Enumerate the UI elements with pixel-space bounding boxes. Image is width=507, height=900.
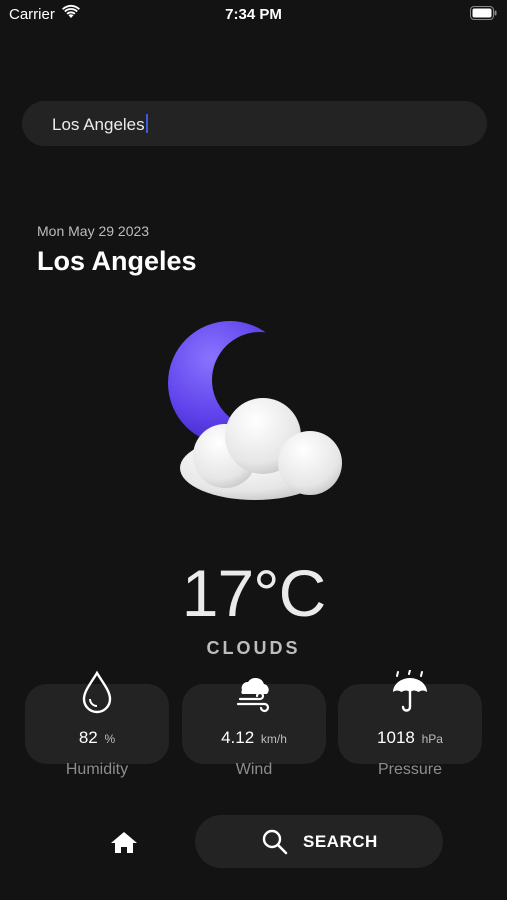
humidity-card: 82 % Humidity (25, 670, 169, 778)
city-search-input[interactable]: Los Angeles (22, 101, 487, 146)
pressure-label: Pressure (377, 761, 443, 778)
wind-card: 4.12 km/h Wind (182, 677, 326, 778)
clock-time: 7:34 PM (225, 6, 282, 23)
date-label: Mon May 29 2023 (37, 223, 150, 239)
moon-cloud-icon (168, 321, 342, 500)
search-input-value[interactable]: Los Angeles (52, 114, 148, 135)
weather-condition: CLOUDS (206, 638, 301, 658)
wind-icon (236, 677, 270, 713)
search-icon (262, 829, 288, 855)
umbrella-icon (393, 670, 427, 712)
search-button-label: SEARCH (303, 832, 378, 851)
pressure-value: 1018 hPa (377, 728, 443, 747)
wind-label: Wind (235, 761, 273, 778)
pressure-card: 1018 hPa Pressure (338, 670, 482, 778)
battery-icon (470, 6, 497, 20)
text-caret (145, 114, 148, 133)
wind-value: 4.12 km/h (221, 728, 287, 747)
search-button[interactable]: SEARCH (195, 815, 443, 868)
humidity-value: 82 % (78, 728, 116, 747)
water-drop-icon (82, 670, 112, 714)
temperature-readout: 17°C (181, 556, 326, 630)
status-bar: Carrier 7:34 PM (0, 0, 507, 30)
humidity-label: Humidity (65, 761, 129, 778)
home-icon[interactable] (106, 826, 142, 858)
city-title: Los Angeles (37, 246, 197, 276)
